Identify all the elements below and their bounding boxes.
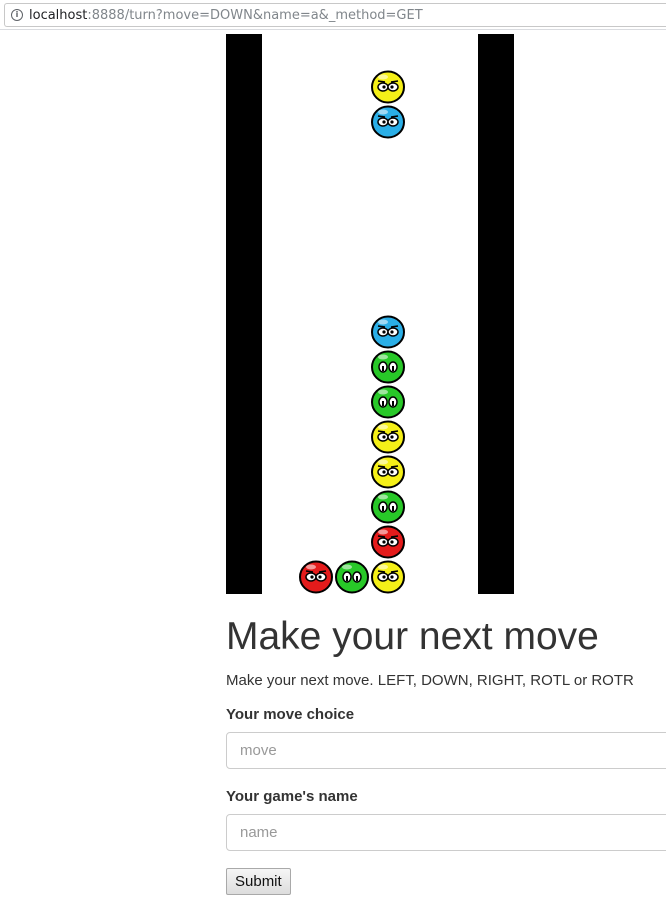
green-puyo (371, 490, 405, 524)
yellow-puyo (371, 420, 405, 454)
game-board (226, 34, 514, 594)
move-input[interactable] (226, 732, 666, 769)
red-puyo (371, 525, 405, 559)
green-puyo (371, 350, 405, 384)
yellow-puyo (371, 70, 405, 104)
move-form: Make your next move Make your next move.… (226, 612, 666, 895)
yellow-puyo (371, 455, 405, 489)
yellow-puyo (371, 560, 405, 594)
submit-button[interactable]: Submit (226, 868, 291, 895)
page-title: Make your next move (226, 615, 599, 658)
name-label: Your game's name (226, 788, 358, 805)
address-bar: i localhost:8888/turn?move=DOWN&name=a&_… (0, 0, 666, 30)
name-input[interactable] (226, 814, 666, 851)
blue-puyo (371, 315, 405, 349)
move-label: Your move choice (226, 706, 355, 723)
url-field[interactable]: i localhost:8888/turn?move=DOWN&name=a&_… (4, 3, 666, 27)
green-puyo (371, 385, 405, 419)
right-wall (478, 34, 514, 594)
green-puyo (335, 560, 369, 594)
info-icon[interactable]: i (11, 9, 23, 21)
url-text[interactable]: localhost:8888/turn?move=DOWN&name=a&_me… (29, 8, 423, 23)
red-puyo (299, 560, 333, 594)
left-wall (226, 34, 262, 594)
blue-puyo (371, 105, 405, 139)
instructions: Make your next move. LEFT, DOWN, RIGHT, … (226, 672, 634, 689)
board-grid (262, 34, 478, 594)
